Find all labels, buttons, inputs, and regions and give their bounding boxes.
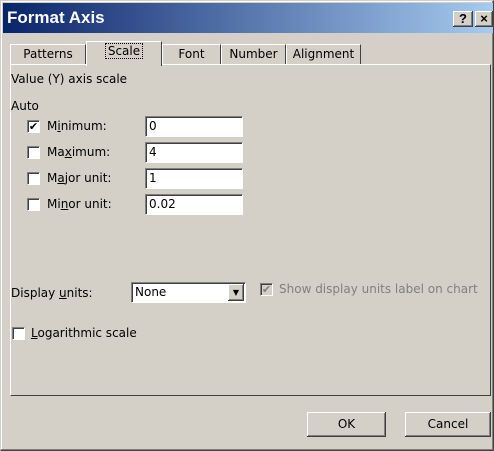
minor-unit-input[interactable]: 0.02 xyxy=(145,194,243,215)
minimum-input[interactable]: 0 xyxy=(145,116,243,137)
help-button[interactable]: ? xyxy=(453,11,473,27)
title-bar[interactable]: Format Axis ? × xyxy=(3,3,493,33)
tab-patterns-label: Patterns xyxy=(23,47,73,61)
show-units-label-checkbox[interactable]: ✔ xyxy=(260,283,273,296)
minor-unit-auto-checkbox[interactable] xyxy=(27,198,40,211)
tab-alignment-label: Alignment xyxy=(292,47,355,61)
logarithmic-scale-checkbox[interactable] xyxy=(12,327,25,340)
tab-alignment[interactable]: Alignment xyxy=(286,44,361,64)
show-units-label-text: Show display units label on chart xyxy=(279,282,478,296)
tab-scale-label: Scale xyxy=(104,43,144,59)
auto-label: Auto xyxy=(11,99,39,113)
window-title: Format Axis xyxy=(7,8,105,27)
display-units-select[interactable]: None ▼ xyxy=(131,282,246,303)
minimum-auto-checkbox[interactable]: ✔ xyxy=(27,120,40,133)
tab-scale[interactable]: Scale xyxy=(86,41,162,66)
tab-patterns[interactable]: Patterns xyxy=(10,44,86,64)
display-units-value: None xyxy=(135,285,167,299)
format-axis-dialog: Format Axis ? × Patterns Scale Font Numb… xyxy=(0,0,494,451)
cancel-button[interactable]: Cancel xyxy=(405,412,491,437)
major-unit-label: Major unit: xyxy=(47,171,112,185)
scale-heading: Value (Y) axis scale xyxy=(11,72,128,86)
minimum-label: Minimum: xyxy=(47,119,107,133)
maximum-input[interactable]: 4 xyxy=(145,142,243,163)
chevron-down-icon[interactable]: ▼ xyxy=(228,284,244,301)
maximum-label: Maximum: xyxy=(47,145,111,159)
close-button[interactable]: × xyxy=(475,11,493,27)
tab-font[interactable]: Font xyxy=(162,44,221,64)
ok-button[interactable]: OK xyxy=(307,412,386,437)
scale-panel: Value (Y) axis scale Auto ✔ Minimum: 0 M… xyxy=(10,64,491,396)
major-unit-auto-checkbox[interactable] xyxy=(27,172,40,185)
tab-number-label: Number xyxy=(229,47,278,61)
logarithmic-scale-label: Logarithmic scale xyxy=(31,326,137,340)
major-unit-input[interactable]: 1 xyxy=(145,168,243,189)
display-units-label: Display units: xyxy=(11,286,93,300)
minor-unit-label: Minor unit: xyxy=(47,197,112,211)
maximum-auto-checkbox[interactable] xyxy=(27,146,40,159)
tab-number[interactable]: Number xyxy=(221,44,286,64)
tab-font-label: Font xyxy=(178,47,205,61)
